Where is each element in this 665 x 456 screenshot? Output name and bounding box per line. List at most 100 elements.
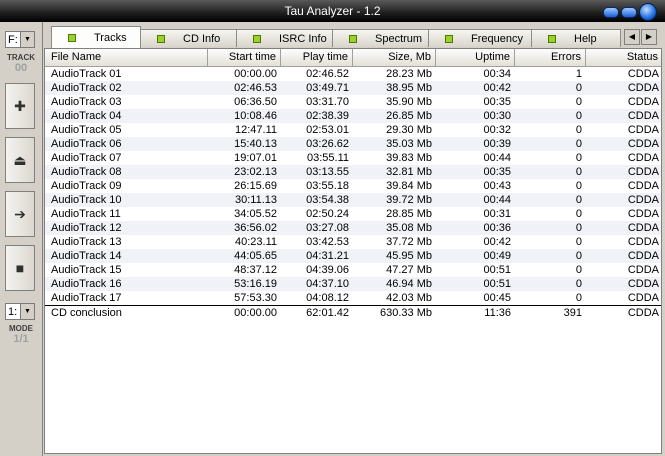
- tab-frequency[interactable]: Frequency: [428, 29, 532, 47]
- led-icon: [157, 34, 165, 43]
- stop-button[interactable]: ■: [5, 245, 35, 291]
- table-row[interactable]: AudioTrack 08 23:02.13 03:13.55 32.81 Mb 00:…: [45, 165, 661, 179]
- cell-uptime: 00:45: [483, 292, 511, 304]
- eject-button[interactable]: ⏏: [5, 137, 35, 183]
- column-header-size[interactable]: Size, Mb: [353, 49, 436, 67]
- cell-uptime: 00:42: [483, 82, 511, 94]
- cell-status: CDDA: [627, 166, 659, 178]
- title-bar[interactable]: Tau Analyzer - 1.2: [0, 0, 665, 22]
- table-row[interactable]: AudioTrack 13 40:23.11 03:42.53 37.72 Mb 00:…: [45, 235, 661, 249]
- table-row[interactable]: AudioTrack 16 53:16.19 04:37.10 46.94 Mb 00:…: [45, 277, 661, 291]
- cell-errors: 0: [575, 236, 582, 248]
- drive-select[interactable]: F: ▼: [5, 31, 35, 48]
- tab-label: Help: [574, 32, 597, 45]
- cell-status: CDDA: [627, 307, 659, 319]
- left-control-panel: F: ▼ TRACK 00 ✚ ⏏ ➔ ■ 1: ▼ MODE 1/1: [0, 22, 43, 456]
- table-row[interactable]: AudioTrack 12 36:56.02 03:27.08 35.08 Mb 00:…: [45, 221, 661, 235]
- tab-tracks[interactable]: Tracks: [51, 26, 141, 48]
- cell-file-name: AudioTrack 10: [51, 194, 122, 206]
- table-row[interactable]: AudioTrack 05 12:47.11 02:53.01 29.30 Mb 00:…: [45, 123, 661, 137]
- cell-file-name: AudioTrack 01: [51, 68, 122, 80]
- column-header-uptime[interactable]: Uptime: [436, 49, 515, 67]
- cell-size: 35.90 Mb: [386, 96, 432, 108]
- led-icon: [548, 34, 556, 43]
- cell-play-time: 02:53.01: [306, 124, 349, 136]
- column-header-file-name[interactable]: File Name: [45, 49, 208, 67]
- cell-play-time: 03:55.11: [306, 152, 349, 164]
- cell-uptime: 00:35: [483, 166, 511, 178]
- close-button[interactable]: [639, 3, 657, 21]
- cell-status: CDDA: [627, 82, 659, 94]
- cell-size: 37.72 Mb: [386, 236, 432, 248]
- add-button[interactable]: ✚: [5, 83, 35, 129]
- tab-spectrum[interactable]: Spectrum: [332, 29, 429, 47]
- column-header-status[interactable]: Status: [586, 49, 661, 67]
- cell-uptime: 00:36: [483, 222, 511, 234]
- tab-cd-info[interactable]: CD Info: [140, 29, 237, 47]
- mode-number: 1/1: [13, 333, 29, 345]
- cell-size: 28.23 Mb: [386, 68, 432, 80]
- table-row[interactable]: AudioTrack 11 34:05.52 02:50.24 28.85 Mb 00:…: [45, 207, 661, 221]
- cell-play-time: 04:37.10: [306, 278, 349, 290]
- chevron-down-icon[interactable]: ▼: [20, 32, 34, 47]
- tab-scroll-right[interactable]: ▶: [641, 29, 657, 45]
- cell-file-name: AudioTrack 12: [51, 222, 122, 234]
- cell-file-name: AudioTrack 16: [51, 278, 122, 290]
- led-icon: [349, 34, 357, 43]
- cell-start-time: 57:53.30: [234, 292, 277, 304]
- cell-play-time: 02:50.24: [306, 208, 349, 220]
- cell-file-name: AudioTrack 02: [51, 82, 122, 94]
- chevron-down-icon[interactable]: ▼: [20, 304, 34, 319]
- cell-status: CDDA: [627, 236, 659, 248]
- cell-status: CDDA: [627, 96, 659, 108]
- table-row[interactable]: AudioTrack 01 00:00.00 02:46.52 28.23 Mb 00:…: [45, 67, 661, 81]
- table-row[interactable]: AudioTrack 02 02:46.53 03:49.71 38.95 Mb 00:…: [45, 81, 661, 95]
- column-header-errors[interactable]: Errors: [515, 49, 586, 67]
- table-row[interactable]: AudioTrack 06 15:40.13 03:26.62 35.03 Mb 00:…: [45, 137, 661, 151]
- tab-label: CD Info: [183, 32, 221, 45]
- cell-start-time: 19:07.01: [234, 152, 277, 164]
- tab-scroll-left[interactable]: ◀: [624, 29, 640, 45]
- main-content: Tracks CD Info ISRC Info Spectrum Freque…: [43, 24, 663, 454]
- cell-uptime: 11:36: [484, 307, 511, 319]
- cell-uptime: 00:44: [483, 152, 511, 164]
- table-row[interactable]: AudioTrack 03 06:36.50 03:31.70 35.90 Mb 00:…: [45, 95, 661, 109]
- cell-play-time: 03:42.53: [306, 236, 349, 248]
- cell-play-time: 03:26.62: [306, 138, 349, 150]
- table-row[interactable]: AudioTrack 04 10:08.46 02:38.39 26.85 Mb 00:…: [45, 109, 661, 123]
- cell-start-time: 40:23.11: [234, 236, 277, 248]
- cell-status: CDDA: [627, 180, 659, 192]
- table-row[interactable]: AudioTrack 15 48:37.12 04:39.06 47.27 Mb 00:…: [45, 263, 661, 277]
- cell-errors: 0: [575, 250, 582, 262]
- cell-play-time: 03:13.55: [306, 166, 349, 178]
- minimize-button[interactable]: [603, 6, 619, 18]
- cell-file-name: AudioTrack 13: [51, 236, 122, 248]
- next-button[interactable]: ➔: [5, 191, 35, 237]
- tab-help[interactable]: Help: [531, 29, 621, 47]
- cell-start-time: 10:08.46: [234, 110, 277, 122]
- cell-status: CDDA: [627, 68, 659, 80]
- column-header-start-time[interactable]: Start time: [208, 49, 281, 67]
- cell-uptime: 00:43: [483, 180, 511, 192]
- maximize-button[interactable]: [621, 6, 637, 18]
- table-row[interactable]: AudioTrack 07 19:07.01 03:55.11 39.83 Mb 00:…: [45, 151, 661, 165]
- cell-uptime: 00:34: [483, 68, 511, 80]
- tracks-table: File Name Start time Play time Size, Mb …: [44, 48, 662, 454]
- cell-errors: 0: [575, 222, 582, 234]
- track-label: TRACK: [7, 53, 35, 62]
- table-row[interactable]: AudioTrack 14 44:05.65 04:31.21 45.95 Mb 00:…: [45, 249, 661, 263]
- tab-isrc-info[interactable]: ISRC Info: [236, 29, 333, 47]
- cell-play-time: 03:55.18: [306, 180, 349, 192]
- cell-start-time: 36:56.02: [234, 222, 277, 234]
- table-row[interactable]: AudioTrack 17 57:53.30 04:08.12 42.03 Mb 00:…: [45, 291, 661, 305]
- cell-file-name: AudioTrack 03: [51, 96, 122, 108]
- cell-start-time: 34:05.52: [234, 208, 277, 220]
- mode-select[interactable]: 1: ▼: [5, 303, 35, 320]
- cell-play-time: 04:31.21: [306, 250, 349, 262]
- cell-file-name: AudioTrack 14: [51, 250, 122, 262]
- table-row[interactable]: AudioTrack 09 26:15.69 03:55.18 39.84 Mb 00:…: [45, 179, 661, 193]
- table-row[interactable]: AudioTrack 10 30:11.13 03:54.38 39.72 Mb 00:…: [45, 193, 661, 207]
- column-header-play-time[interactable]: Play time: [281, 49, 353, 67]
- cell-uptime: 00:39: [483, 138, 511, 150]
- summary-row[interactable]: CD conclusion 00:00.00 62:01.42 630.33 Mb 11…: [45, 305, 661, 320]
